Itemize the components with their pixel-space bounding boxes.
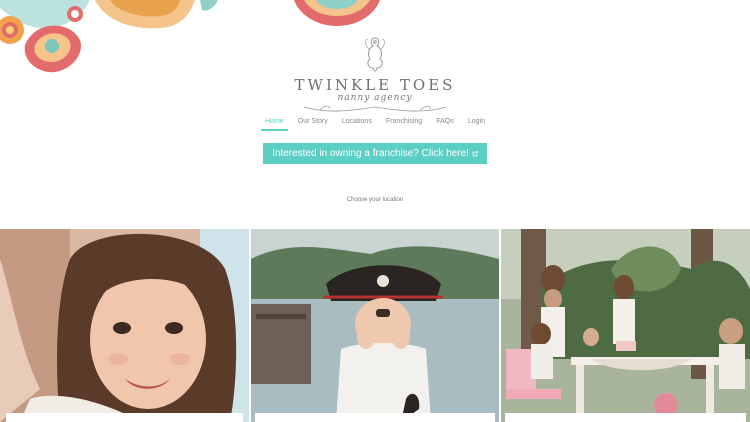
location-label-3	[505, 413, 746, 422]
flourish-divider	[303, 105, 447, 112]
location-photo-pirate	[251, 229, 499, 422]
brand-tagline: nanny agency	[337, 93, 413, 103]
location-label-1	[6, 413, 243, 422]
main-nav: Home Our Story Locations Franchising FAQ…	[261, 116, 489, 134]
franchise-cta-button[interactable]: Interested in owning a franchise? Click …	[263, 143, 487, 164]
location-photo-tea-party	[501, 229, 750, 422]
nav-our-story[interactable]: Our Story	[294, 116, 332, 129]
brand-name: TWINKLE TOES	[294, 76, 456, 94]
nav-locations[interactable]: Locations	[338, 116, 376, 129]
location-tile-2[interactable]	[251, 229, 499, 422]
location-photo-girl	[0, 229, 249, 422]
floral-decoration-top	[294, 0, 380, 26]
nav-franchising[interactable]: Franchising	[382, 116, 426, 129]
external-link-icon	[472, 150, 478, 156]
location-tile-1[interactable]	[0, 229, 249, 422]
location-label-2	[255, 413, 495, 422]
location-tile-3[interactable]	[501, 229, 750, 422]
nav-login[interactable]: Login	[464, 116, 489, 129]
nav-faqs[interactable]: FAQs	[432, 116, 458, 129]
fairy-logo-icon	[365, 37, 385, 72]
brand-logo[interactable]: TWINKLE TOES nanny agency	[0, 34, 750, 117]
choose-location-text: Choose your location	[346, 197, 404, 203]
nav-home[interactable]: Home	[261, 116, 288, 131]
franchise-cta-label: Interested in owning a franchise? Click …	[272, 148, 469, 159]
location-tiles	[0, 229, 750, 422]
